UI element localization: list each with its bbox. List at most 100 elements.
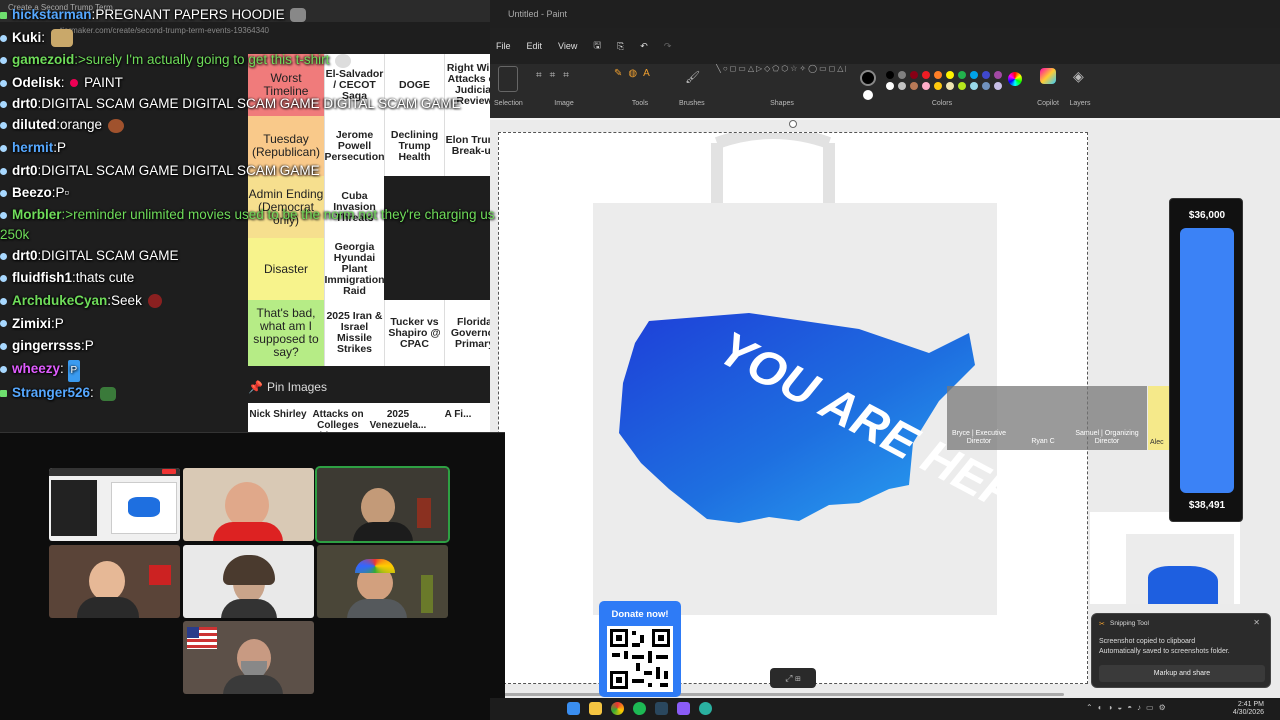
donate-label: Donate now! bbox=[611, 609, 669, 620]
zoom-controls[interactable]: ⤢ ⊞ bbox=[770, 668, 816, 688]
flag-canton bbox=[187, 627, 199, 638]
color-swatch[interactable] bbox=[982, 82, 990, 90]
chat-user: drt0 bbox=[12, 247, 38, 263]
share-icon[interactable]: ⎘ bbox=[617, 41, 624, 52]
color-swatch[interactable] bbox=[970, 71, 978, 79]
color-swatch[interactable] bbox=[910, 82, 918, 90]
chat-message: wheezy: P bbox=[0, 358, 500, 383]
color-swatch[interactable] bbox=[934, 82, 942, 90]
horizontal-scrollbar[interactable] bbox=[504, 693, 1064, 696]
group-label: Colors bbox=[931, 100, 953, 107]
menu-edit[interactable]: Edit bbox=[527, 41, 543, 51]
shapes-gallery[interactable]: ╲○◻▭△▷◇⬠⬡☆✧◯▭◻△◸↗⇦⇧⇨⇩☆✰✦▭◯ bbox=[716, 64, 846, 98]
donate-card[interactable]: Donate now! bbox=[599, 601, 681, 697]
background-object bbox=[421, 575, 433, 613]
color-swatch[interactable] bbox=[898, 82, 906, 90]
start-icon[interactable] bbox=[567, 702, 580, 715]
image-tools-icon[interactable]: ⌗⌗⌗ bbox=[536, 70, 577, 81]
webcam-tile: Alec bbox=[1148, 386, 1170, 450]
chat-user: Stranger526 bbox=[12, 385, 91, 401]
share-canvas bbox=[111, 482, 177, 534]
color-swatch[interactable] bbox=[946, 71, 954, 79]
undo-icon[interactable]: ↶ bbox=[640, 41, 648, 52]
tote-thumbnail bbox=[1090, 512, 1240, 604]
video-tile[interactable] bbox=[317, 545, 448, 618]
webcam-name: Samuel | Organizing Director bbox=[1075, 430, 1139, 445]
redo-icon[interactable]: ↷ bbox=[664, 41, 672, 52]
color-swatch[interactable] bbox=[994, 82, 1002, 90]
video-tile[interactable] bbox=[183, 545, 314, 618]
clock[interactable]: 2:41 PM 4/30/2026 bbox=[1233, 701, 1264, 717]
primary-color-swatch[interactable] bbox=[860, 70, 876, 86]
donation-goal: $36,000 $38,491 bbox=[1169, 198, 1243, 522]
selection-tool-icon[interactable] bbox=[498, 66, 518, 92]
emote-icon bbox=[335, 53, 352, 68]
badge-icon bbox=[0, 297, 7, 305]
person-shirt bbox=[223, 675, 283, 694]
unranked-items: Nick Shirley Attacks on Colleges with De… bbox=[248, 403, 490, 432]
badge-icon bbox=[0, 57, 7, 65]
color-swatch[interactable] bbox=[958, 71, 966, 79]
chat-message: drt0:DIGITAL SCAM GAME DIGITAL SCAM GAME… bbox=[0, 94, 500, 114]
chat-message: drt0:DIGITAL SCAM GAME bbox=[0, 245, 500, 268]
copilot-icon[interactable] bbox=[1040, 68, 1056, 84]
color-swatch[interactable] bbox=[886, 82, 894, 90]
color-swatch[interactable] bbox=[898, 71, 906, 79]
chrome-icon[interactable] bbox=[611, 702, 624, 715]
system-tray[interactable]: ⌃◐◑◒◓♪▭⚙ bbox=[1086, 703, 1171, 712]
chat-text: P bbox=[54, 315, 64, 331]
chat-text: >reminder unlimited movies used to be th… bbox=[0, 206, 495, 242]
chat-user: hermit bbox=[12, 139, 54, 155]
color-swatch[interactable] bbox=[922, 82, 930, 90]
layers-icon[interactable]: ◈ bbox=[1073, 68, 1084, 85]
chat-text: P bbox=[67, 359, 81, 383]
chat-user: hickstarman bbox=[12, 7, 92, 22]
person-shirt bbox=[347, 599, 407, 618]
badge-icon bbox=[0, 320, 7, 328]
edit-colors-icon[interactable] bbox=[1008, 72, 1022, 86]
file-explorer-icon[interactable] bbox=[589, 702, 602, 715]
color-swatch[interactable] bbox=[946, 82, 954, 90]
tier-item[interactable]: Attacks on Colleges with Dem... bbox=[308, 403, 368, 432]
tier-item[interactable]: 2025 Venezuela... bbox=[368, 403, 428, 432]
emote-icon bbox=[147, 294, 162, 309]
color-swatch[interactable] bbox=[970, 82, 978, 90]
video-tile-screenshare[interactable] bbox=[49, 468, 180, 541]
tools-icon[interactable]: ✎◍A bbox=[614, 68, 656, 79]
color-swatch[interactable] bbox=[922, 71, 930, 79]
markup-share-button[interactable]: Markup and share bbox=[1099, 665, 1265, 682]
tier-item[interactable]: Nick Shirley bbox=[248, 403, 308, 432]
secondary-color-swatch[interactable] bbox=[863, 90, 873, 100]
video-tile[interactable] bbox=[49, 545, 180, 618]
resize-handle-icon[interactable] bbox=[789, 120, 797, 128]
chat-message: drt0:DIGITAL SCAM GAME DIGITAL SCAM GAME bbox=[0, 160, 500, 183]
color-swatch[interactable] bbox=[886, 71, 894, 79]
video-tile[interactable] bbox=[183, 621, 314, 694]
share-map bbox=[128, 497, 160, 517]
badge-icon bbox=[0, 275, 7, 283]
person-hair bbox=[223, 555, 275, 585]
close-icon[interactable]: ✕ bbox=[1253, 618, 1260, 627]
brush-icon[interactable]: 🖌 bbox=[685, 70, 700, 84]
chat-message: Stranger526: bbox=[0, 382, 500, 405]
spotify-icon[interactable] bbox=[633, 702, 646, 715]
background-object bbox=[417, 498, 431, 528]
color-swatch[interactable] bbox=[994, 71, 1002, 79]
video-tile-active[interactable] bbox=[315, 466, 450, 543]
chat-message: Morbler:>reminder unlimited movies used … bbox=[0, 206, 495, 242]
menu-view[interactable]: View bbox=[558, 41, 577, 51]
webcam-name: Alec bbox=[1150, 439, 1164, 446]
color-swatch[interactable] bbox=[982, 71, 990, 79]
qr-code-icon bbox=[607, 626, 673, 692]
obs-icon[interactable] bbox=[677, 702, 690, 715]
chat-user: drt0 bbox=[12, 162, 38, 178]
emote-icon bbox=[70, 79, 79, 88]
color-swatch[interactable] bbox=[934, 71, 942, 79]
color-swatch[interactable] bbox=[910, 71, 918, 79]
save-icon[interactable]: 🖫 bbox=[593, 38, 601, 54]
steam-icon[interactable] bbox=[655, 702, 668, 715]
tier-item[interactable]: A Fi... bbox=[428, 403, 488, 432]
color-swatch[interactable] bbox=[958, 82, 966, 90]
app-icon[interactable] bbox=[699, 702, 712, 715]
video-tile[interactable] bbox=[183, 468, 314, 541]
